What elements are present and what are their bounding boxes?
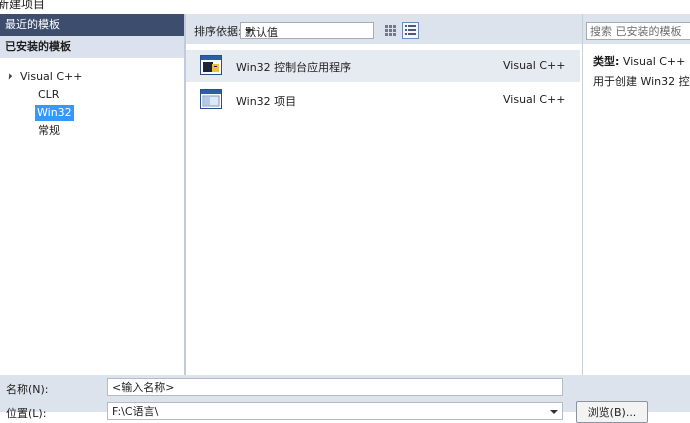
location-dropdown-icon[interactable]: [550, 410, 558, 414]
tree-node-win32[interactable]: Win32: [35, 105, 74, 121]
template-description: 用于创建 Win32 控制: [593, 75, 690, 88]
template-row-win32-project[interactable]: Win32 项目 Visual C++: [186, 84, 580, 116]
template-language: Visual C++: [503, 59, 566, 72]
type-value: Visual C++: [622, 55, 686, 68]
template-row-console-app[interactable]: Win32 控制台应用程序 Visual C++: [186, 50, 580, 82]
tree-node-visual-cpp[interactable]: Visual C++: [20, 69, 82, 85]
template-details-pane: 类型: Visual C++ 用于创建 Win32 控制: [582, 14, 690, 375]
template-category-pane: 最近的模板 已安装的模板 Visual C++ CLR Win32 常规: [0, 14, 186, 375]
installed-templates-header[interactable]: 已安装的模板: [0, 36, 184, 58]
location-label: 位置(L):: [6, 407, 47, 420]
template-toolbar: 排序依据: 默认值: [186, 14, 582, 44]
sort-label: 排序依据:: [194, 25, 242, 38]
list-view-icon: [405, 25, 416, 35]
template-type: 类型: Visual C++: [593, 53, 685, 69]
sort-dropdown[interactable]: 默认值: [240, 22, 374, 39]
name-label: 名称(N):: [6, 383, 49, 396]
location-field[interactable]: [107, 402, 563, 420]
location-input[interactable]: [108, 403, 521, 419]
template-language: Visual C++: [503, 93, 566, 106]
console-app-icon: [200, 55, 222, 75]
template-name: Win32 控制台应用程序: [236, 61, 352, 74]
project-form: 名称(N): 位置(L): 浏览(B)...: [0, 375, 690, 423]
name-field[interactable]: [107, 378, 563, 396]
window-title: 新建项目: [0, 0, 46, 11]
tree-node-clr[interactable]: CLR: [38, 87, 59, 103]
search-input[interactable]: [587, 23, 690, 39]
grid-view-icon: [385, 25, 396, 36]
browse-button[interactable]: 浏览(B)...: [576, 401, 648, 423]
template-name: Win32 项目: [236, 95, 297, 108]
name-input[interactable]: [108, 379, 521, 395]
type-label: 类型:: [593, 55, 620, 68]
recent-templates-header[interactable]: 最近的模板: [0, 14, 184, 36]
search-box[interactable]: [586, 22, 690, 40]
tree-node-general[interactable]: 常规: [38, 123, 60, 139]
template-list-pane: 排序依据: 默认值 Win32 控制台应用程序 Visual C++ Win32…: [186, 14, 582, 375]
tree-expander-icon[interactable]: [5, 73, 13, 80]
grid-view-button[interactable]: [382, 22, 399, 39]
win32-project-icon: [200, 89, 222, 109]
dropdown-arrow-icon: [245, 29, 253, 33]
search-bar: [583, 14, 690, 44]
list-view-button[interactable]: [402, 22, 419, 39]
title-bar: 新建项目: [0, 0, 690, 14]
